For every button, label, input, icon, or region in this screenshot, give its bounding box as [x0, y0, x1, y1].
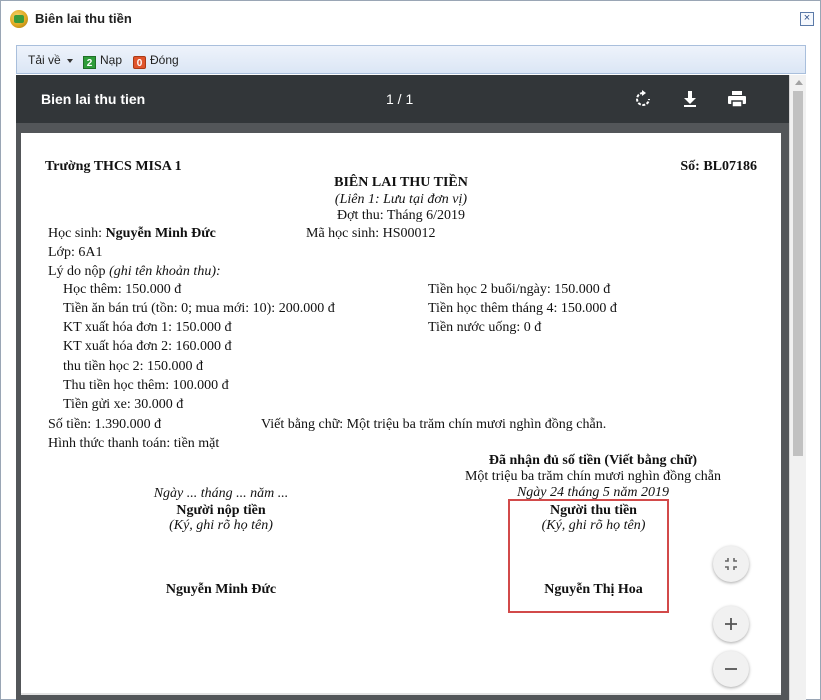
rotate-icon[interactable] [633, 89, 653, 109]
toolbar: Tải về 2 Nạp 0 Đóng [16, 45, 806, 74]
received-words: Một triệu ba trăm chín mươi nghìn đồng c… [464, 469, 722, 484]
amount-in-words: Viết bằng chữ: Một triệu ba trăm chín mư… [261, 417, 607, 432]
copy-note: (Liên 1: Lưu tại đơn vị) [334, 192, 468, 207]
close-button-label: Đóng [150, 53, 179, 67]
payer-name: Nguyễn Minh Đức [165, 582, 277, 597]
power-icon: 0 [133, 56, 146, 69]
collector-highlight-box [508, 499, 669, 613]
zoom-out-icon[interactable] [713, 651, 749, 687]
payer-title: Người nộp tiền [176, 503, 266, 518]
school-name: Trường THCS MISA 1 [45, 159, 182, 174]
page-indicator: 1 / 1 [386, 91, 414, 107]
collection-period: Đợt thu: Tháng 6/2019 [336, 208, 466, 223]
amount: Số tiền: 1.390.000 đ [48, 417, 162, 432]
scroll-thumb[interactable] [793, 91, 803, 456]
fee-item: Tiền ăn bán trú (tồn: 0; mua mới: 10): 2… [63, 301, 335, 316]
student-label: Học sinh: [48, 226, 106, 241]
window-title: Biên lai thu tiền [35, 11, 132, 26]
load-button-label: Nạp [100, 53, 123, 67]
zoom-in-icon[interactable] [713, 606, 749, 642]
fee-item: Học thêm: 150.000 đ [63, 282, 182, 297]
class-line: Lớp: 6A1 [48, 245, 103, 260]
close-button[interactable]: 0 Đóng [133, 53, 179, 69]
load-button[interactable]: 2 Nạp [83, 53, 122, 69]
print-icon[interactable] [727, 89, 747, 109]
receipt-heading: BIÊN LAI THU TIỀN [334, 175, 468, 190]
download-dropdown-label: Tải về [28, 53, 61, 67]
payer-note: (Ký, ghi rõ họ tên) [169, 518, 273, 533]
reason-line: Lý do nộp (ghi tên khoản thu): [48, 264, 221, 280]
fee-item: Thu tiền học thêm: 100.000 đ [63, 378, 229, 393]
title-bar: Biên lai thu tiền × [1, 1, 820, 37]
fee-item: Tiền gửi xe: 30.000 đ [63, 397, 184, 412]
fee-item: KT xuất hóa đơn 1: 150.000 đ [63, 320, 232, 335]
download-dropdown[interactable]: Tải về [28, 53, 73, 69]
fee-item: KT xuất hóa đơn 2: 160.000 đ [63, 339, 232, 354]
app-logo-icon [10, 10, 28, 28]
reason-note: (ghi tên khoản thu): [109, 264, 221, 279]
student-line: Học sinh: Nguyễn Minh Đức [48, 226, 216, 242]
fee-item: Tiền nước uống: 0 đ [428, 320, 542, 335]
reason-label: Lý do nộp [48, 264, 110, 279]
student-code: Mã học sinh: HS00012 [306, 226, 436, 241]
payer-date: Ngày ... tháng ... năm ... [153, 486, 289, 501]
chevron-down-icon [66, 58, 73, 63]
fit-page-icon[interactable] [713, 546, 749, 582]
fee-item: thu tiền học 2: 150.000 đ [63, 359, 203, 374]
fee-item: Tiền học 2 buổi/ngày: 150.000 đ [428, 282, 611, 297]
payment-method: Hình thức thanh toán: tiền mặt [48, 436, 220, 451]
received-heading: Đã nhận đủ số tiền (Viết bằng chữ) [488, 453, 698, 468]
fee-item: Tiền học thêm tháng 4: 150.000 đ [428, 301, 617, 316]
receipt-number: Số: BL07186 [680, 159, 757, 174]
viewer-scrollbar[interactable] [789, 75, 806, 700]
pdf-viewer: Bien lai thu tien 1 / 1 Trường THCS MISA… [16, 75, 806, 700]
viewer-doc-title: Bien lai thu tien [41, 91, 146, 107]
viewer-toolbar: Bien lai thu tien 1 / 1 [16, 75, 789, 123]
student-name: Nguyễn Minh Đức [105, 226, 216, 241]
close-window-button[interactable]: × [800, 12, 814, 26]
page-divider [21, 693, 781, 695]
refresh-icon: 2 [83, 56, 96, 69]
scroll-up-icon[interactable] [795, 80, 803, 85]
download-icon[interactable] [680, 89, 700, 109]
receipt-window: Biên lai thu tiền × Tải về 2 Nạp 0 Đóng Bi… [0, 0, 821, 700]
